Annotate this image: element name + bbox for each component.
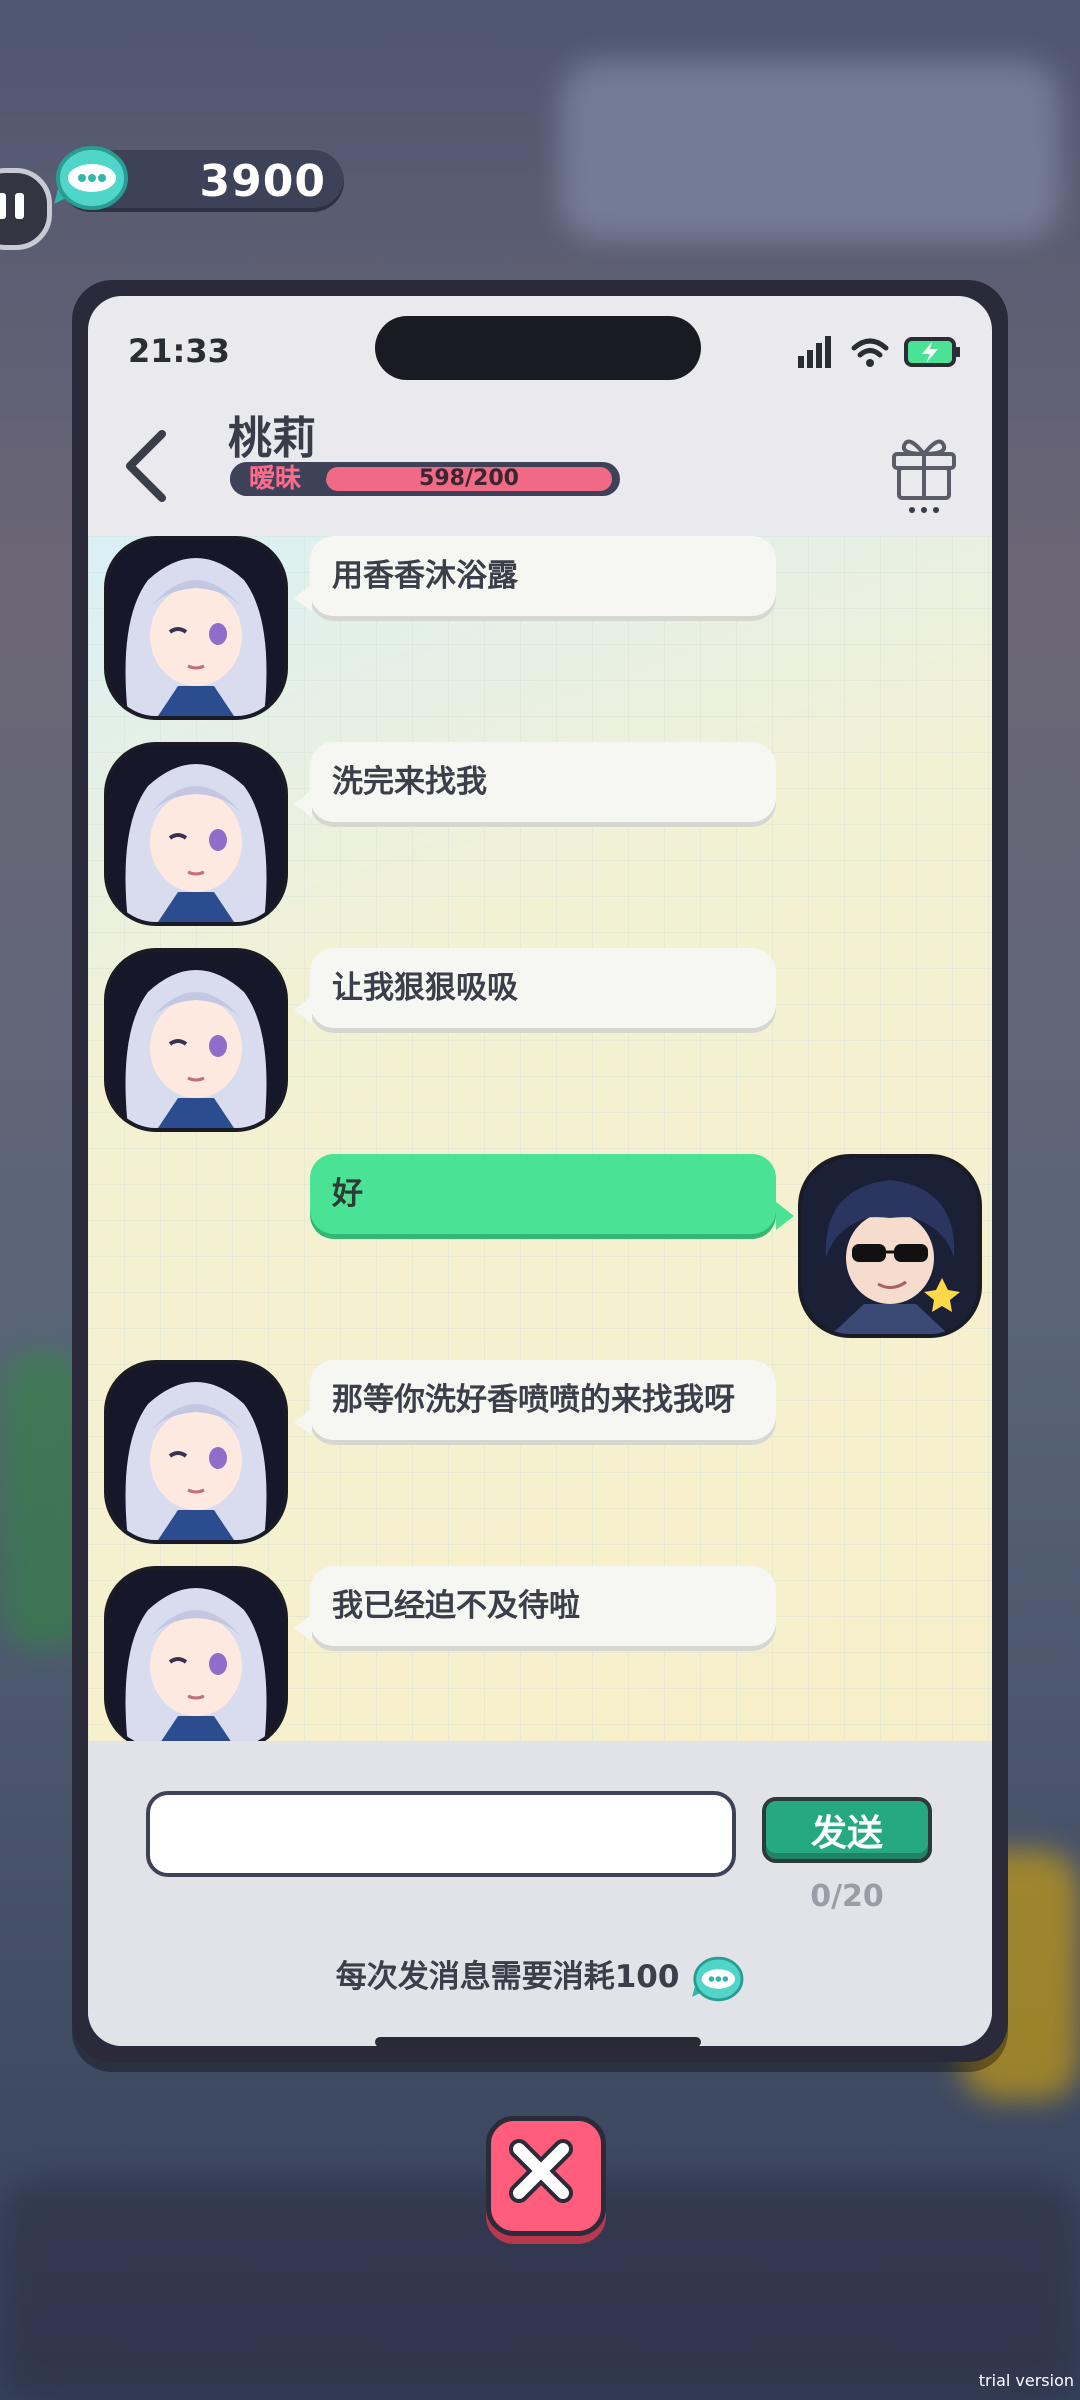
dynamic-island — [375, 316, 701, 380]
message-bubble: 我已经迫不及待啦 — [294, 1566, 776, 1646]
currency-value: 3900 — [199, 156, 326, 207]
message-bubble-user: 好 — [310, 1154, 794, 1234]
message-text: 好 — [332, 1176, 363, 1212]
wifi-icon — [851, 338, 889, 367]
gift-icon[interactable] — [886, 426, 962, 516]
girl-avatar-icon — [108, 1364, 284, 1540]
girl-avatar-icon — [108, 746, 284, 922]
background-blob — [560, 60, 1060, 240]
phone-frame: 21:33 桃莉 暧昧 598/200 用香香沐浴露 洗完来找我 让我狠狠吸吸 … — [72, 280, 1008, 2062]
affinity-bar: 暧昧 598/200 — [230, 462, 620, 496]
message-text: 洗完来找我 — [332, 764, 487, 800]
message-text: 用香香沐浴露 — [332, 558, 518, 594]
message-text: 让我狠狠吸吸 — [332, 970, 518, 1006]
cost-note: 每次发消息需要消耗100 — [88, 1951, 992, 2004]
relation-label-text: 暧昧 — [248, 464, 301, 494]
message-list[interactable]: 用香香沐浴露 洗完来找我 让我狠狠吸吸 好 那等你洗好香喷喷的来找我呀 我已经迫… — [88, 536, 992, 1750]
home-indicator — [375, 2037, 701, 2046]
contact-name: 桃莉 — [228, 413, 316, 464]
cost-note-text: 每次发消息需要消耗100 — [335, 1959, 680, 1995]
chat-coin-icon — [54, 146, 128, 210]
composer: 发送 0/20 每次发消息需要消耗100 — [88, 1741, 992, 2046]
chat-coin-icon — [692, 1956, 744, 2001]
relation-label: 暧昧 — [230, 462, 331, 496]
message-bubble: 用香香沐浴露 — [294, 536, 776, 616]
status-icons — [796, 332, 962, 372]
boy-sunglasses-avatar-icon — [802, 1158, 978, 1334]
close-button[interactable] — [486, 2116, 606, 2236]
contact-avatar — [104, 1360, 288, 1544]
battery-icon — [904, 337, 960, 367]
contact-avatar — [104, 1566, 288, 1750]
girl-avatar-icon — [108, 1570, 284, 1746]
user-avatar — [798, 1154, 982, 1338]
girl-avatar-icon — [108, 952, 284, 1128]
message-bubble: 那等你洗好香喷喷的来找我呀 — [294, 1360, 776, 1440]
signal-icon — [798, 336, 831, 368]
currency-counter: 3900 — [54, 146, 344, 212]
send-button[interactable]: 发送 — [762, 1797, 932, 1863]
contact-avatar — [104, 742, 288, 926]
back-arrow-icon[interactable] — [118, 426, 178, 506]
message-bubble: 让我狠狠吸吸 — [294, 948, 776, 1028]
close-icon — [509, 2139, 573, 2203]
status-time: 21:33 — [128, 332, 230, 370]
chat-screen: 21:33 桃莉 暧昧 598/200 用香香沐浴露 洗完来找我 让我狠狠吸吸 … — [88, 296, 992, 2046]
chat-header: 桃莉 暧昧 598/200 — [88, 396, 992, 536]
message-input[interactable] — [146, 1791, 736, 1877]
char-counter: 0/20 — [810, 1879, 884, 1914]
contact-avatar — [104, 536, 288, 720]
contact-avatar — [104, 948, 288, 1132]
message-text: 我已经迫不及待啦 — [332, 1588, 580, 1624]
watermark: trial version — [978, 2371, 1074, 2390]
girl-avatar-icon — [108, 540, 284, 716]
message-bubble: 洗完来找我 — [294, 742, 776, 822]
message-text: 那等你洗好香喷喷的来找我呀 — [332, 1382, 735, 1418]
affinity-value: 598/200 — [419, 466, 519, 491]
